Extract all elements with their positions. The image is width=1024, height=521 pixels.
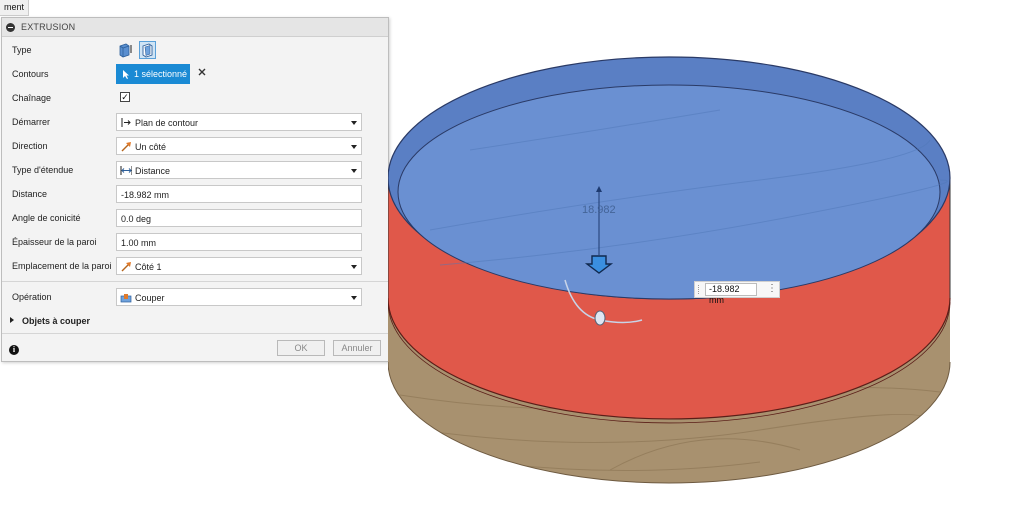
top-tab-label: ment: [4, 2, 25, 12]
objets-label: Objets à couper: [22, 316, 91, 326]
type-etendue-label: Type d'étendue: [12, 165, 74, 175]
contours-selection-button[interactable]: 1 sélectionné: [116, 64, 190, 84]
panel-header[interactable]: EXTRUSION: [2, 18, 388, 37]
emplacement-label: Emplacement de la paroi: [12, 261, 112, 271]
divider: [2, 333, 388, 334]
objets-row[interactable]: Objets à couper: [2, 310, 388, 332]
demarrer-label: Démarrer: [12, 117, 51, 127]
demarrer-value: Plan de contour: [135, 118, 199, 128]
epaisseur-row: Épaisseur de la paroi 1.00 mm: [2, 231, 388, 253]
angle-input[interactable]: 0.0 deg: [116, 209, 362, 227]
direction-dropdown[interactable]: Un côté: [116, 137, 362, 155]
demarrer-dropdown[interactable]: Plan de contour: [116, 113, 362, 131]
chevron-down-icon: [351, 169, 357, 173]
blue-top-face: [388, 56, 951, 300]
type-etendue-row: Type d'étendue Distance: [2, 159, 388, 181]
angle-label: Angle de conicité: [12, 213, 81, 223]
distance-row: Distance -18.982 mm: [2, 183, 388, 205]
ok-button[interactable]: OK: [277, 340, 325, 356]
distance-label: Distance: [12, 189, 48, 199]
direction-value: Un côté: [135, 142, 167, 152]
type-etendue-value: Distance: [135, 166, 171, 176]
top-tab[interactable]: ment: [0, 0, 30, 16]
demarrer-row: Démarrer Plan de contour: [2, 111, 388, 133]
direction-label: Direction: [12, 141, 48, 151]
operation-row: Opération Couper: [2, 286, 388, 308]
more-options-icon[interactable]: ⋮: [767, 283, 777, 295]
cut-operation-icon: [120, 294, 132, 303]
type-solid-button[interactable]: [116, 41, 133, 59]
angle-value: 0.0 deg: [121, 214, 152, 224]
operation-dropdown[interactable]: Couper: [116, 288, 362, 306]
operation-label: Opération: [12, 292, 52, 302]
solid-body-icon: [119, 43, 132, 58]
type-row: Type: [2, 39, 388, 61]
dimension-input-box: -18.982 mm ⋮: [694, 281, 780, 305]
type-etendue-dropdown[interactable]: Distance: [116, 161, 362, 179]
distance-value: -18.982 mm: [121, 190, 170, 200]
chainage-checkbox[interactable]: ✓: [120, 92, 130, 102]
taper-handle-icon[interactable]: [594, 310, 606, 326]
type-thin-button[interactable]: [139, 41, 156, 59]
epaisseur-value: 1.00 mm: [121, 238, 157, 248]
dimension-label: 18.982: [582, 204, 616, 216]
divider: [2, 281, 388, 282]
cancel-button[interactable]: Annuler: [333, 340, 381, 356]
panel-title: EXTRUSION: [21, 22, 76, 32]
chainage-label: Chaînage: [12, 93, 52, 103]
contours-selection-text: 1 sélectionné: [134, 69, 188, 79]
grip-handle-icon[interactable]: [698, 285, 701, 294]
extrusion-panel: EXTRUSION Type Contours 1 sélectionné Ch…: [1, 17, 389, 362]
chevron-down-icon: [351, 145, 357, 149]
epaisseur-label: Épaisseur de la paroi: [12, 237, 97, 247]
thin-extrude-icon: [142, 43, 153, 58]
emplacement-dropdown[interactable]: Côté 1: [116, 257, 362, 275]
contours-label: Contours: [12, 69, 49, 79]
angle-row: Angle de conicité 0.0 deg: [2, 207, 388, 229]
contours-row: Contours 1 sélectionné: [2, 63, 388, 85]
chevron-down-icon: [351, 296, 357, 300]
emplacement-row: Emplacement de la paroi Côté 1: [2, 255, 388, 277]
distance-icon: [120, 166, 132, 175]
direction-row: Direction Un côté: [2, 135, 388, 157]
distance-input[interactable]: -18.982 mm: [116, 185, 362, 203]
chevron-down-icon: [351, 265, 357, 269]
expand-triangle-icon[interactable]: [10, 317, 14, 323]
clear-selection-icon[interactable]: [197, 67, 207, 77]
chevron-down-icon: [351, 121, 357, 125]
side-flag-icon: [121, 262, 131, 272]
dimension-input[interactable]: -18.982 mm: [705, 283, 757, 305]
info-icon[interactable]: i: [9, 345, 19, 355]
cursor-arrow-icon: [123, 69, 129, 79]
type-label: Type: [12, 45, 32, 55]
epaisseur-input[interactable]: 1.00 mm: [116, 233, 362, 251]
3d-viewport[interactable]: [388, 0, 1024, 521]
one-side-flag-icon: [121, 142, 131, 152]
profile-plane-icon: [121, 118, 131, 127]
collapse-icon[interactable]: [6, 22, 15, 32]
chainage-row: Chaînage ✓: [2, 87, 388, 109]
operation-value: Couper: [135, 293, 165, 303]
emplacement-value: Côté 1: [135, 262, 162, 272]
